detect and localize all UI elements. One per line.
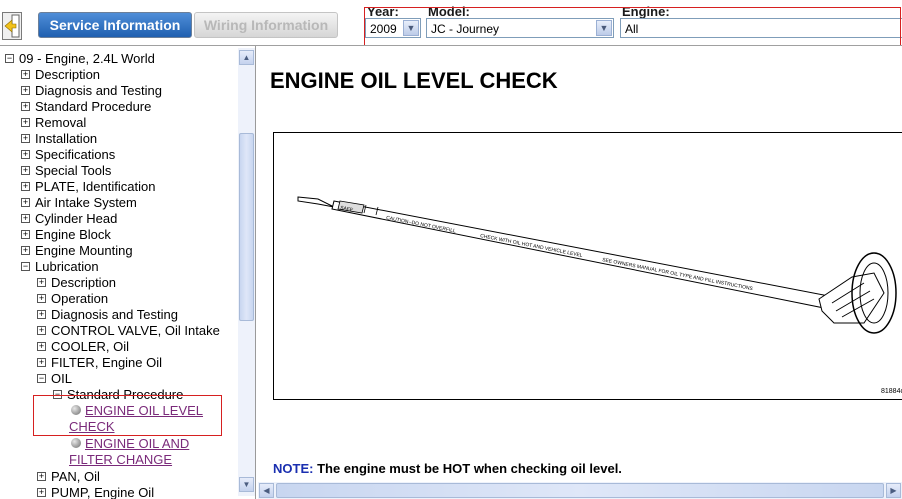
plus-box-icon[interactable]: + (21, 118, 30, 127)
arrow-down-icon[interactable]: ▼ (239, 477, 254, 492)
plus-box-icon[interactable]: + (21, 102, 30, 111)
h-scroll-thumb[interactable] (276, 483, 884, 498)
arrow-up-icon[interactable]: ▲ (239, 50, 254, 65)
figure-code: 81884c (881, 388, 902, 395)
tree-item-label: Lubrication (35, 259, 99, 274)
tree-subitem-label: COOLER, Oil (51, 339, 130, 354)
plus-box-icon[interactable]: + (37, 342, 46, 351)
tree-subitem-label: Description (51, 275, 117, 290)
tree-subitem-label: CONTROL VALVE, Oil Intake (51, 323, 220, 338)
tree-item-label: Diagnosis and Testing (35, 83, 162, 98)
plus-box-icon[interactable]: + (21, 70, 30, 79)
tree-item-label: Air Intake System (35, 195, 137, 210)
selected-highlight-box (33, 395, 222, 436)
tree-item-label: Cylinder Head (35, 211, 118, 226)
tree-item-label: Removal (35, 115, 87, 130)
sphere-bullet-icon (71, 438, 81, 448)
back-arrow-icon (4, 14, 20, 38)
dipstick-illustration: SAFE CAUTION--DO NOT OVERFILL CHECK WITH… (297, 196, 897, 334)
tree-subitem-label: Operation (51, 291, 109, 306)
tree-item-label: Installation (35, 131, 98, 146)
navigation-tree: − 09 - Engine, 2.4L World + Description + D… (0, 46, 256, 499)
plus-box-icon[interactable]: + (21, 246, 30, 255)
plus-box-icon[interactable]: + (21, 134, 30, 143)
arrow-left-icon[interactable]: ◀ (259, 483, 274, 498)
document-horizontal-scrollbar[interactable]: ◀ ▶ (258, 482, 902, 499)
plus-box-icon[interactable]: + (37, 472, 46, 481)
plus-box-icon[interactable]: + (37, 294, 46, 303)
plus-box-icon[interactable]: + (37, 488, 46, 497)
note: NOTE: The engine must be HOT when checki… (273, 461, 622, 476)
tree-subitem-label: PUMP, Engine Oil (51, 485, 155, 499)
plus-box-icon[interactable]: + (37, 326, 46, 335)
document-pane: ENGINE OIL LEVEL CHECK SAFE CAUTION--DO … (256, 46, 902, 499)
minus-box-icon[interactable]: − (21, 262, 30, 271)
document-title: ENGINE OIL LEVEL CHECK (270, 68, 558, 93)
tree-subitem-label: Diagnosis and Testing (51, 307, 178, 322)
arrow-right-icon[interactable]: ▶ (886, 483, 901, 498)
tree-item-label: Specifications (35, 147, 116, 162)
tree-item-label: Special Tools (35, 163, 112, 178)
tab-service-information[interactable]: Service Information (38, 12, 192, 38)
minus-box-icon[interactable]: − (37, 374, 46, 383)
minus-box-icon[interactable]: − (5, 54, 14, 63)
figure-label-manual: SEE OWNERS MANUAL FOR OIL TYPE AND FILL … (602, 257, 754, 292)
procedure-link-line1[interactable]: ENGINE OIL AND (85, 436, 189, 452)
plus-box-icon[interactable]: + (21, 86, 30, 95)
tree-root-label: 09 - Engine, 2.4L World (19, 51, 155, 66)
tree-subitem-label: FILTER, Engine Oil (51, 355, 163, 370)
dipstick-figure: SAFE CAUTION--DO NOT OVERFILL CHECK WITH… (273, 132, 902, 400)
scroll-thumb[interactable] (239, 133, 254, 321)
plus-box-icon[interactable]: + (21, 198, 30, 207)
plus-box-icon[interactable]: + (21, 150, 30, 159)
tree-vertical-scrollbar[interactable]: ▲ ▼ (238, 48, 255, 496)
back-icon[interactable] (2, 12, 22, 40)
plus-box-icon[interactable]: + (37, 310, 46, 319)
tree-item-label: Description (35, 67, 101, 82)
figure-label-safe: SAFE (340, 205, 355, 214)
plus-box-icon[interactable]: + (37, 278, 46, 287)
tree-item-label: Standard Procedure (35, 99, 152, 114)
plus-box-icon[interactable]: + (21, 166, 30, 175)
tree-subitem-label: PAN, Oil (51, 469, 100, 484)
note-label: NOTE: (273, 461, 314, 476)
plus-box-icon[interactable]: + (21, 182, 30, 191)
tab-wiring-information[interactable]: Wiring Information (194, 12, 338, 38)
top-toolbar: Service Information Wiring Information Y… (0, 0, 902, 57)
tree-subitem-label: OIL (51, 371, 72, 386)
plus-box-icon[interactable]: + (21, 230, 30, 239)
procedure-link-line2[interactable]: FILTER CHANGE (69, 452, 172, 468)
note-text: The engine must be HOT when checking oil… (317, 461, 622, 476)
tree-item-label: Engine Mounting (35, 243, 133, 258)
tree-item-label: Engine Block (35, 227, 111, 242)
tree-item-label: PLATE, Identification (35, 179, 156, 194)
plus-box-icon[interactable]: + (37, 358, 46, 367)
plus-box-icon[interactable]: + (21, 214, 30, 223)
